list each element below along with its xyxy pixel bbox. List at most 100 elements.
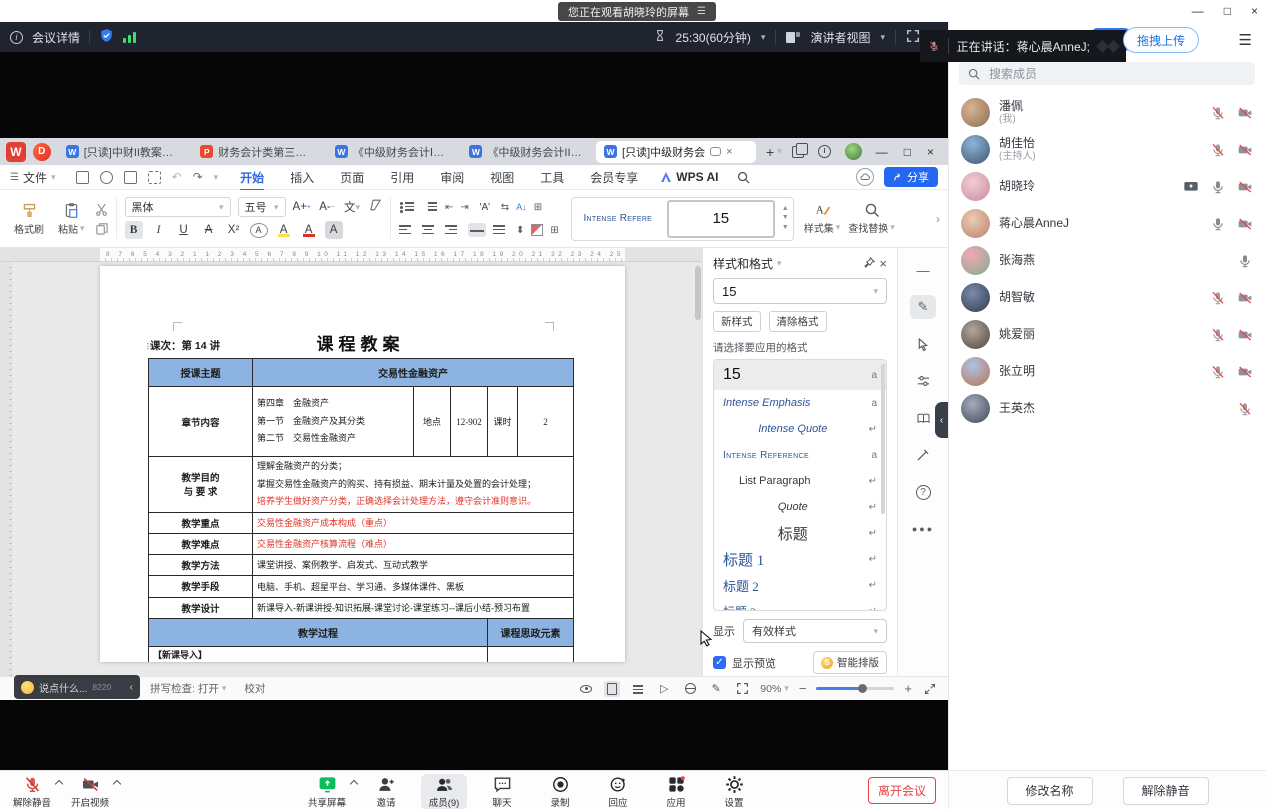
member-search[interactable] (959, 62, 1255, 85)
security-shield-icon[interactable] (99, 28, 114, 46)
current-style-select[interactable]: 15▾ (713, 278, 887, 304)
participant-row[interactable]: 王英杰 (949, 390, 1266, 427)
select-cursor-icon[interactable] (910, 332, 936, 356)
decrease-indent-icon[interactable]: ⇤ (445, 202, 453, 213)
reactions-button[interactable]: 回应 (595, 774, 641, 809)
participant-row[interactable]: 潘佩(我) (949, 94, 1266, 131)
file-menu[interactable]: ☰ 文件 ▾ (0, 169, 66, 186)
share-options-icon[interactable] (350, 780, 358, 788)
start-video-button[interactable]: 开启视频 (66, 774, 114, 809)
align-right-icon[interactable] (445, 223, 461, 237)
wps-close-button[interactable]: × (927, 145, 934, 159)
new-style-button[interactable]: 新样式 (713, 311, 761, 332)
meeting-details-button[interactable]: 会议详情 (32, 29, 80, 46)
text-effect-icon[interactable]: 'A' (476, 198, 494, 216)
borders-icon[interactable]: ⊞ (550, 225, 558, 236)
share-document-button[interactable]: 分享 (884, 167, 938, 187)
participant-row[interactable]: 胡晓玲 (949, 168, 1266, 205)
highlight-button[interactable]: A (275, 221, 293, 239)
reader-icon[interactable] (910, 406, 936, 430)
copy-icon[interactable] (95, 222, 108, 235)
pin-icon[interactable] (864, 257, 875, 271)
font-name-select[interactable]: 黑体▾ (125, 197, 231, 217)
participant-row[interactable]: 蒋心晨AnneJ (949, 205, 1266, 242)
network-signal-icon[interactable] (123, 31, 136, 43)
increase-font-icon[interactable]: A++ (293, 198, 311, 216)
zoom-slider[interactable] (816, 687, 894, 690)
video-options-icon[interactable] (113, 780, 121, 788)
rename-button[interactable]: 修改名称 (1007, 777, 1093, 805)
wps-minimize-button[interactable]: — (876, 145, 888, 159)
timer-caret-icon[interactable]: ▾ (761, 32, 766, 43)
eye-protect-icon[interactable] (578, 681, 594, 697)
mic-options-icon[interactable] (55, 780, 63, 788)
style-item[interactable]: 标题 3↵ (714, 598, 886, 611)
read-mode-icon[interactable]: ▷ (656, 681, 672, 697)
superscript-button[interactable]: X² (225, 221, 243, 239)
new-tab-button[interactable]: +▾ (760, 144, 788, 160)
zoom-in-icon[interactable]: + (904, 681, 912, 696)
wps-account-avatar[interactable] (845, 143, 862, 160)
collapse-dash-icon[interactable]: — (910, 258, 936, 282)
table-move-handle[interactable]: ⠿ (146, 342, 153, 353)
settings-sliders-icon[interactable] (910, 369, 936, 393)
paragraph-shading-icon[interactable] (531, 224, 543, 236)
horizontal-ruler[interactable]: 8 7 6 5 4 3 2 1 1 2 3 4 5 6 7 8 9 10 11 … (0, 248, 702, 262)
export-icon[interactable] (100, 171, 113, 184)
zoom-out-icon[interactable]: − (799, 681, 807, 696)
unmute-button[interactable]: 解除静音 (8, 774, 56, 809)
banner-menu-icon[interactable]: ☰ (697, 6, 706, 17)
ribbon-tab[interactable]: 会员专享 (578, 166, 650, 189)
font-color-button[interactable]: A (300, 221, 318, 239)
participant-row[interactable]: 张海燕 (949, 242, 1266, 279)
window-arrange-icon[interactable] (792, 146, 804, 158)
display-filter-select[interactable]: 有效样式▾ (743, 619, 887, 643)
sort-icon[interactable]: A↓ (516, 202, 527, 212)
bold-button[interactable]: B (125, 221, 143, 239)
search-icon[interactable] (737, 171, 750, 184)
print-icon[interactable] (124, 171, 137, 184)
paste-button[interactable]: 粘贴▾ (54, 202, 89, 236)
drag-upload-button[interactable]: 拖拽上传 (1123, 27, 1199, 53)
align-left-icon[interactable] (399, 223, 415, 237)
settings-button[interactable]: 设置 (711, 774, 757, 809)
restore-button[interactable]: □ (1224, 5, 1231, 17)
members-button[interactable]: 成员(9) (421, 774, 467, 809)
more-dots-icon[interactable]: ●●● (910, 517, 936, 541)
numbered-list-icon[interactable] (422, 200, 438, 214)
minimize-button[interactable]: — (1192, 5, 1204, 17)
redo-icon[interactable]: ↷ (193, 170, 203, 184)
show-preview-checkbox[interactable]: ✓ (713, 656, 726, 669)
ribbon-tab[interactable]: 引用 (378, 166, 426, 189)
view-mode-selector[interactable]: 演讲者视图 (810, 29, 870, 46)
document-page[interactable]: 课次：第 14 讲 课程教案 ⠿ 授课主题 交易性金融资产 章节内容 (100, 266, 625, 662)
pane-collapse-handle[interactable]: ‹ (935, 402, 948, 438)
clear-format-icon[interactable] (368, 198, 382, 216)
style-list-scrollbar[interactable] (881, 364, 885, 514)
style-item[interactable]: List Paragraph↵ (714, 468, 886, 494)
increase-indent-icon[interactable]: ⇥ (460, 202, 468, 213)
panel-unmute-button[interactable]: 解除静音 (1123, 777, 1209, 805)
close-button[interactable]: × (1251, 5, 1258, 17)
justify-icon[interactable] (468, 223, 486, 237)
view-caret-icon[interactable]: ▾ (880, 32, 885, 43)
style-item[interactable]: Intense Emphasisa (714, 390, 886, 416)
text-tool-icon[interactable]: 文▾ (343, 198, 361, 216)
style-item[interactable]: Intense Referencea (714, 442, 886, 468)
wps-ai-button[interactable]: WPS AI (650, 170, 728, 184)
share-screen-button[interactable]: 共享屏幕 (303, 774, 351, 809)
cut-icon[interactable] (95, 203, 108, 216)
fullscreen-icon[interactable] (906, 29, 920, 46)
style-item[interactable]: Intense Quote↵ (714, 416, 886, 442)
style-set-button[interactable]: A 样式集▾ (800, 194, 845, 243)
cloud-sync-icon[interactable] (856, 168, 874, 186)
decrease-font-icon[interactable]: A-− (318, 198, 336, 216)
pill-collapse-icon[interactable]: ‹ (130, 682, 133, 693)
ribbon-tab[interactable]: 页面 (328, 166, 376, 189)
wps-document-tab[interactable]: W[只读]中财II教案（李美 (58, 141, 189, 163)
proofread-button[interactable]: 校对 (244, 681, 265, 696)
help-icon[interactable]: ? (910, 480, 936, 504)
tab-close-icon[interactable]: × (726, 146, 732, 158)
style-preview-intense-reference[interactable]: Intense Refere (572, 213, 664, 224)
outline-view-icon[interactable] (630, 681, 646, 697)
